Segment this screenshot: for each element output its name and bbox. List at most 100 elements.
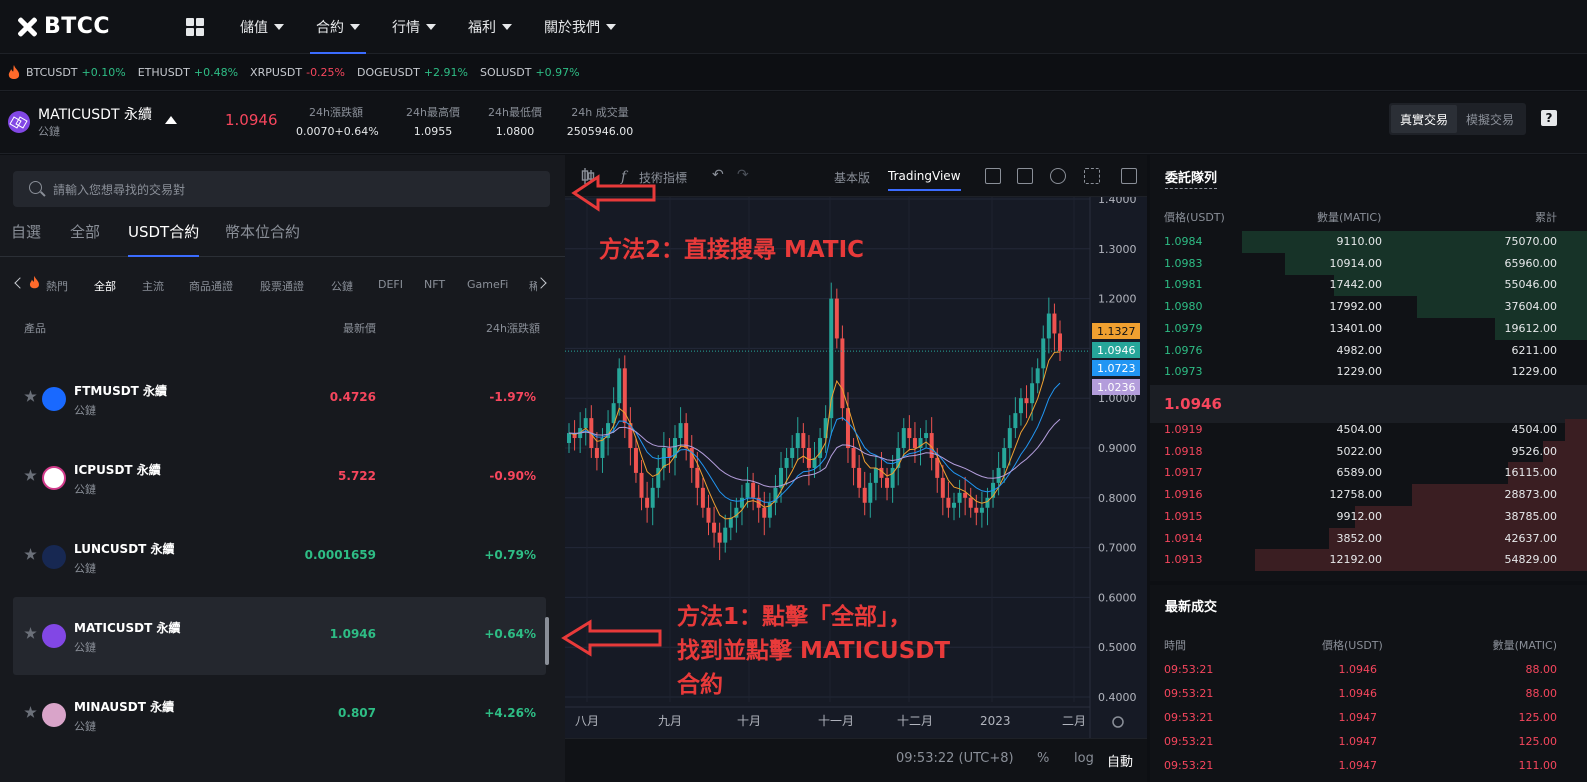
book-row[interactable]: 1.0918 5022.00 9526.00 [1150,440,1587,463]
tab-0[interactable]: 自選 [11,221,41,242]
axis-settings-icon[interactable] [1112,716,1124,728]
stat-label: 24h最低價 [488,106,542,119]
symbol-dropdown-caret-icon[interactable] [165,116,177,124]
nav-menu: 儲值 合約 行情 福利 關於我們 [224,0,632,54]
settings-gear-icon[interactable] [1050,168,1066,184]
book-row[interactable]: 1.0981 17442.00 55046.00 [1150,274,1587,297]
candle-body [979,507,984,513]
scrollbar-thumb[interactable] [545,617,549,665]
symbol-row-name: ICPUSDT 永續 [74,463,161,477]
price-tag-label: 1.0236 [1097,381,1136,394]
book-row[interactable]: 1.0983 10914.00 65960.00 [1150,252,1587,275]
book-row[interactable]: 1.0980 17992.00 37604.00 [1150,296,1587,319]
symbol-name[interactable]: MATICUSDT 永續 [38,104,152,124]
favorite-star-icon[interactable] [24,627,37,639]
book-row[interactable]: 1.0984 9110.00 75070.00 [1150,231,1587,253]
symbol-row-name: LUNCUSDT 永續 [74,542,175,556]
trade-row: 09:53:21 1.0947 111.00 [1150,755,1587,777]
tab-1[interactable]: 全部 [70,221,100,242]
book-row[interactable]: 1.0976 4982.00 6211.00 [1150,340,1587,362]
log-scale-toggle[interactable]: log [1074,751,1094,766]
ticker-item[interactable]: SOLUSDT +0.97% [480,66,580,79]
chevron-right-icon[interactable] [535,277,547,289]
btcc-logo-icon [16,16,38,38]
nav-item-0[interactable]: 儲值 [224,0,300,54]
symbol-row[interactable]: ICPUSDT 永續 公鏈 5.722 -0.90% [13,439,546,517]
candle-body [963,492,968,498]
demo-trade-button[interactable]: 模擬交易 [1457,105,1523,133]
category-0[interactable]: 熱門 [46,278,68,294]
ticker-item[interactable]: XRPUSDT -0.25% [250,66,345,79]
book-row[interactable]: 1.0913 12192.00 54829.00 [1150,549,1587,572]
help-icon[interactable]: ? [1541,110,1557,126]
order-book-title[interactable]: 委託隊列 [1165,167,1218,189]
category-5[interactable]: 公鏈 [331,278,353,294]
chevron-left-icon[interactable] [14,277,26,289]
symbol-row-price: 0.4726 [329,390,376,404]
basic-view-tab[interactable]: 基本版 [834,169,870,186]
candle-body [862,487,867,503]
undo-icon[interactable]: ↶ [712,167,724,183]
book-row[interactable]: 1.0915 9912.00 38785.00 [1150,505,1587,528]
percent-scale-toggle[interactable]: % [1037,751,1049,766]
symbol-row[interactable]: MATICUSDT 永續 公鏈 1.0946 +0.64% [13,597,546,675]
symbol-row[interactable]: MINAUSDT 永續 公鏈 0.807 +4.26% [13,676,546,754]
tab-2[interactable]: USDT合約 [128,221,200,257]
ticker-item[interactable]: DOGEUSDT +2.91% [357,66,468,79]
candle-body [650,487,655,508]
symbol-row-change: +4.26% [484,706,536,720]
symbol-row[interactable]: FTMUSDT 永續 公鏈 0.4726 -1.97% [13,360,546,438]
search-icon [29,181,42,194]
book-row[interactable]: 1.0919 4504.00 4504.00 [1150,419,1587,441]
nav-item-1[interactable]: 合約 [300,0,376,54]
symbol-search-input[interactable]: 請輸入您想尋找的交易對 [13,171,550,207]
category-7[interactable]: NFT [424,278,445,291]
annotation-method1-line2: 找到並點擊 MATICUSDT [677,638,951,664]
symbol-row[interactable]: LUNCUSDT 永續 公鏈 0.0001659 +0.79% [13,518,546,596]
ticker-item[interactable]: ETHUSDT +0.48% [138,66,238,79]
book-row[interactable]: 1.0917 6589.00 16115.00 [1150,462,1587,485]
stat-label: 24h最高價 [406,106,460,119]
category-1[interactable]: 全部 [94,278,116,294]
category-4[interactable]: 股票通證 [260,278,304,294]
symbol-row-category: 公鏈 [74,562,96,575]
book-row[interactable]: 1.0973 1229.00 1229.00 [1150,361,1587,383]
book-col-total: 累計 [1535,211,1557,224]
category-9[interactable]: 稀 [529,278,537,294]
category-8[interactable]: GameFi [467,278,508,291]
ticker-item[interactable]: BTCUSDT +0.10% [26,66,126,79]
category-3[interactable]: 商品通證 [189,278,233,294]
nav-item-4[interactable]: 關於我們 [528,0,632,54]
price-tag-label: 1.0723 [1097,362,1136,375]
apps-grid-icon[interactable] [186,17,204,36]
category-6[interactable]: DEFI [378,278,403,291]
favorite-star-icon[interactable] [24,469,37,481]
symbol-row-change: +0.79% [484,548,536,562]
nav-item-2[interactable]: 行情 [376,0,452,54]
nav-item-label: 合約 [316,19,344,36]
col-24h-change: 24h漲跌額 [486,322,540,335]
book-row[interactable]: 1.0914 3852.00 42637.00 [1150,527,1587,550]
camera-icon[interactable] [1121,168,1137,184]
book-row[interactable]: 1.0979 13401.00 19612.00 [1150,317,1587,340]
fullscreen-icon[interactable] [1084,168,1100,184]
auto-scale-toggle[interactable]: 自動 [1107,751,1133,770]
favorite-star-icon[interactable] [24,706,37,718]
fire-icon [29,276,39,289]
logo[interactable]: BTCC [16,14,166,39]
tab-3[interactable]: 幣本位合約 [225,221,300,242]
redo-icon[interactable]: ↷ [737,167,749,183]
layout-grid-icon[interactable] [985,168,1001,184]
nav-item-3[interactable]: 福利 [452,0,528,54]
annotation-method2: 方法2：直接搜尋 MATIC [599,237,865,263]
favorite-star-icon[interactable] [24,548,37,560]
chevron-down-icon [502,23,512,30]
favorite-star-icon[interactable] [24,390,37,402]
book-row[interactable]: 1.0916 12758.00 28873.00 [1150,484,1587,507]
book-total: 55046.00 [1504,278,1558,292]
real-trade-button[interactable]: 真實交易 [1391,105,1457,133]
category-2[interactable]: 主流 [142,278,164,294]
tradingview-tab[interactable]: TradingView [888,169,961,191]
candle-body [1052,313,1057,334]
share-icon[interactable] [1017,168,1033,184]
